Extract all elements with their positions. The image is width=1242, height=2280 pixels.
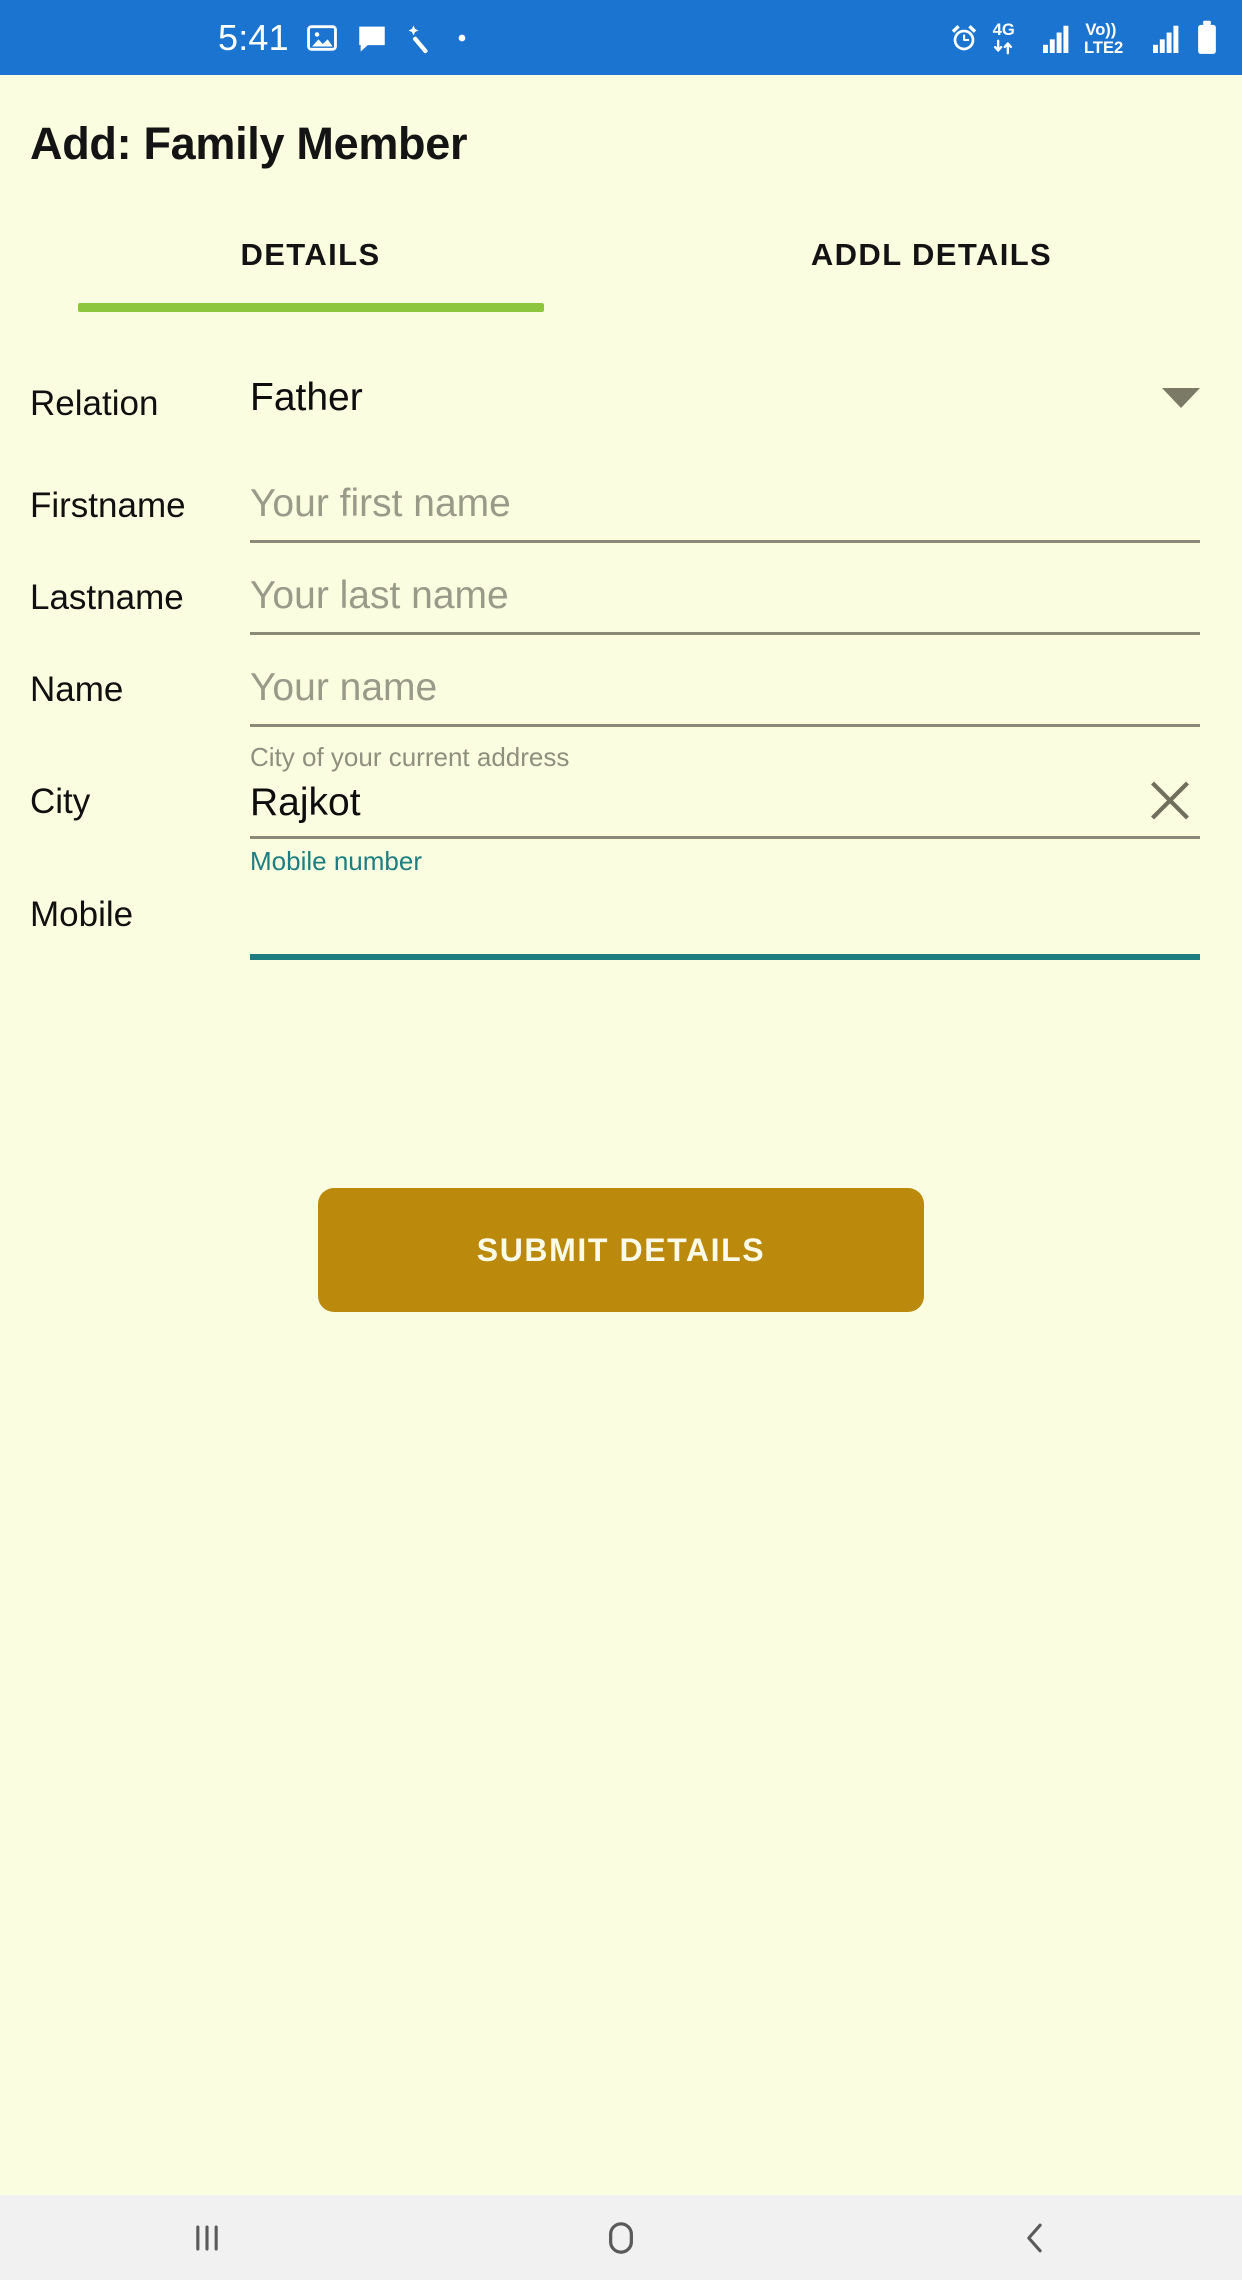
svg-text:Vo)): Vo)) <box>1085 20 1116 39</box>
name-control: Your name <box>250 652 1200 727</box>
firstname-control: Your first name <box>250 468 1200 543</box>
field-label-firstname: Firstname <box>30 486 186 525</box>
page-title: Add: Family Member <box>30 118 468 169</box>
relation-dropdown[interactable]: Father <box>250 348 1200 448</box>
tab-details-label: DETAILS <box>240 237 381 272</box>
field-label-city: City <box>30 782 91 821</box>
lastname-control: Your last name <box>250 560 1200 635</box>
field-label-mobile: Mobile <box>30 895 134 934</box>
mobile-underline <box>250 954 1200 960</box>
tab-bar: DETAILS ADDL DETAILS <box>0 237 1242 312</box>
field-row-name: Name Your name <box>0 652 1242 744</box>
home-button[interactable] <box>414 2195 828 2280</box>
battery-icon <box>1198 20 1216 54</box>
alarm-icon <box>951 24 977 50</box>
city-input[interactable]: Rajkot <box>250 770 1200 836</box>
mobile-control: Mobile number <box>250 846 1200 960</box>
image-icon <box>307 24 337 51</box>
back-button[interactable] <box>828 2195 1242 2280</box>
volte-icon: Vo)) LTE2 <box>1084 20 1123 56</box>
signal-bars-2-icon <box>1153 25 1179 53</box>
status-bar-left: 5:41 <box>0 16 469 58</box>
city-value: Rajkot <box>250 781 361 824</box>
firstname-underline <box>250 540 1200 543</box>
system-navigation-bar <box>0 2195 1242 2280</box>
recents-icon <box>196 2224 218 2251</box>
firstname-placeholder: Your first name <box>250 482 511 525</box>
field-label-lastname: Lastname <box>30 578 184 617</box>
network-4g-icon: 4G <box>993 20 1015 54</box>
back-icon <box>1027 2223 1042 2252</box>
tab-active-indicator <box>77 303 544 312</box>
field-row-mobile: Mobile Mobile number <box>0 838 1242 978</box>
field-row-firstname: Firstname Your first name <box>0 468 1242 560</box>
tab-addl-details[interactable]: ADDL DETAILS <box>621 237 1242 312</box>
tab-details[interactable]: DETAILS <box>0 237 621 312</box>
dot-icon <box>458 34 466 41</box>
city-helper-text: City of your current address <box>250 742 570 772</box>
field-label-relation: Relation <box>30 384 159 423</box>
name-input[interactable]: Your name <box>250 652 1200 724</box>
status-bar-right: 4G Vo)) LTE2 <box>947 20 1220 56</box>
city-control: City of your current address Rajkot <box>250 742 1200 839</box>
message-icon <box>359 26 385 51</box>
field-row-lastname: Lastname Your last name <box>0 560 1242 652</box>
field-row-relation: Relation Father <box>0 348 1242 468</box>
name-underline <box>250 724 1200 727</box>
signal-bars-icon <box>1043 25 1069 53</box>
mobile-helper-text: Mobile number <box>250 846 422 876</box>
home-icon <box>609 2221 633 2254</box>
magic-wand-icon <box>408 25 428 53</box>
relation-value: Father <box>250 376 363 419</box>
svg-text:LTE2: LTE2 <box>1084 38 1123 56</box>
lastname-placeholder: Your last name <box>250 574 509 617</box>
status-bar-clock: 5:41 <box>218 16 289 58</box>
field-row-city: City City of your current address Rajkot <box>0 742 1242 839</box>
name-placeholder: Your name <box>250 666 438 709</box>
field-label-name: Name <box>30 670 124 709</box>
lastname-input[interactable]: Your last name <box>250 560 1200 632</box>
tab-addl-details-label: ADDL DETAILS <box>810 237 1053 272</box>
family-member-form: Relation Father Firstname Your first nam… <box>0 348 1242 978</box>
status-bar: 5:41 4G Vo)) LTE2 <box>0 0 1242 75</box>
submit-details-button[interactable]: SUBMIT DETAILS <box>318 1188 924 1312</box>
firstname-input[interactable]: Your first name <box>250 468 1200 540</box>
chevron-down-icon <box>1162 388 1200 408</box>
phone-screen: 5:41 4G Vo)) LTE2 Add: Family Member DET… <box>0 0 1242 2280</box>
recents-button[interactable] <box>0 2195 414 2280</box>
svg-text:4G: 4G <box>993 20 1015 39</box>
lastname-underline <box>250 632 1200 635</box>
mobile-input[interactable] <box>250 874 1200 954</box>
close-icon[interactable] <box>1146 777 1194 830</box>
